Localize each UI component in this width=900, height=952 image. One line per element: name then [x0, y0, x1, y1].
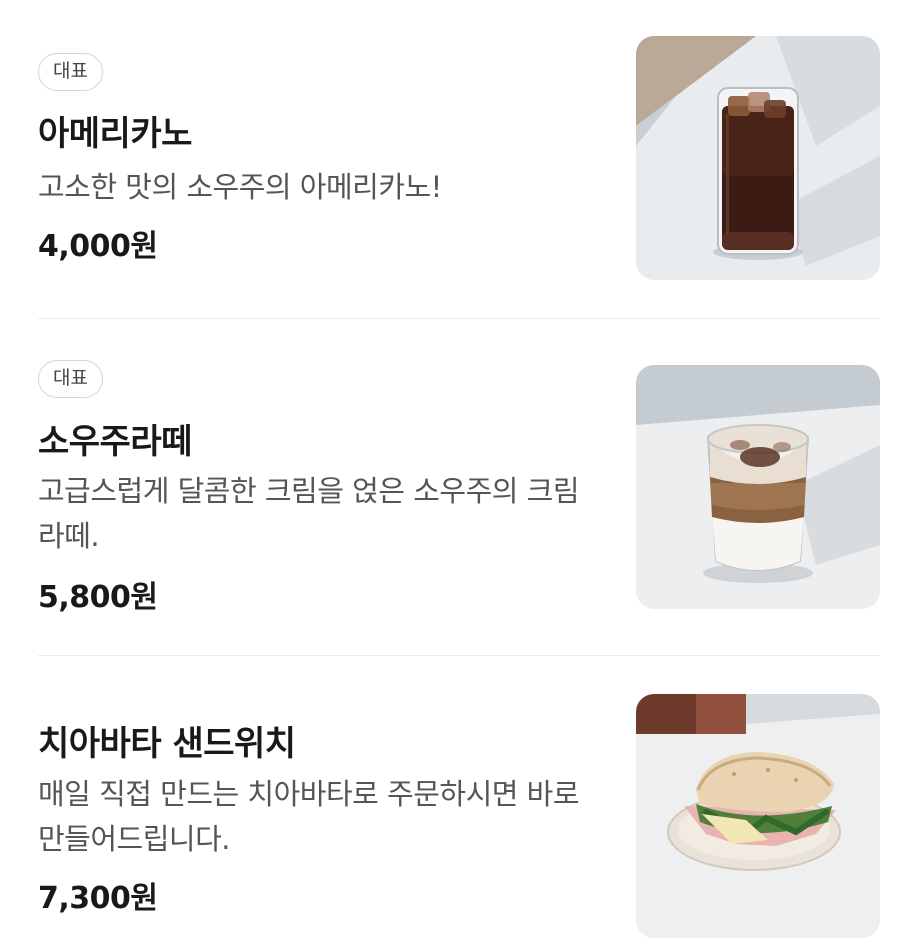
- latte-photo[interactable]: [636, 365, 880, 609]
- menu-item-name: 소우주라떼: [38, 422, 192, 462]
- americano-photo[interactable]: [636, 36, 880, 280]
- menu-item-price: 7,300원: [38, 881, 158, 916]
- menu-item-ciabatta-sandwich[interactable]: 치아바타 샌드위치 매일 직접 만드는 치아바타로 주문하시면 바로 만들어드립…: [38, 694, 880, 938]
- menu-item-sowooju-latte[interactable]: 대표 소우주라떼 고급스럽게 달콤한 크림을 얹은 소우주의 크림라떼. 5,8…: [38, 360, 880, 615]
- signature-badge: 대표: [38, 360, 103, 398]
- menu-item-price: 5,800원: [38, 580, 158, 615]
- cream-latte-image: [636, 365, 880, 609]
- menu-item-americano[interactable]: 대표 아메리카노 고소한 맛의 소우주의 아메리카노! 4,000원: [38, 36, 880, 280]
- menu-item-description: 매일 직접 만드는 치아바타로 주문하시면 바로 만들어드립니다.: [38, 777, 580, 856]
- signature-badge: 대표: [38, 53, 103, 91]
- menu-item-description: 고소한 맛의 소우주의 아메리카노!: [38, 170, 442, 204]
- iced-americano-image: [636, 36, 880, 280]
- divider: [38, 318, 880, 319]
- menu-item-description: 고급스럽게 달콤한 크림을 얹은 소우주의 크림라떼.: [38, 474, 580, 553]
- divider: [38, 655, 880, 656]
- menu-item-name: 아메리카노: [38, 114, 192, 154]
- menu-item-name: 치아바타 샌드위치: [38, 724, 296, 764]
- sandwich-photo[interactable]: [636, 694, 880, 938]
- menu-item-price: 4,000원: [38, 229, 158, 264]
- ciabatta-sandwich-image: [636, 694, 880, 938]
